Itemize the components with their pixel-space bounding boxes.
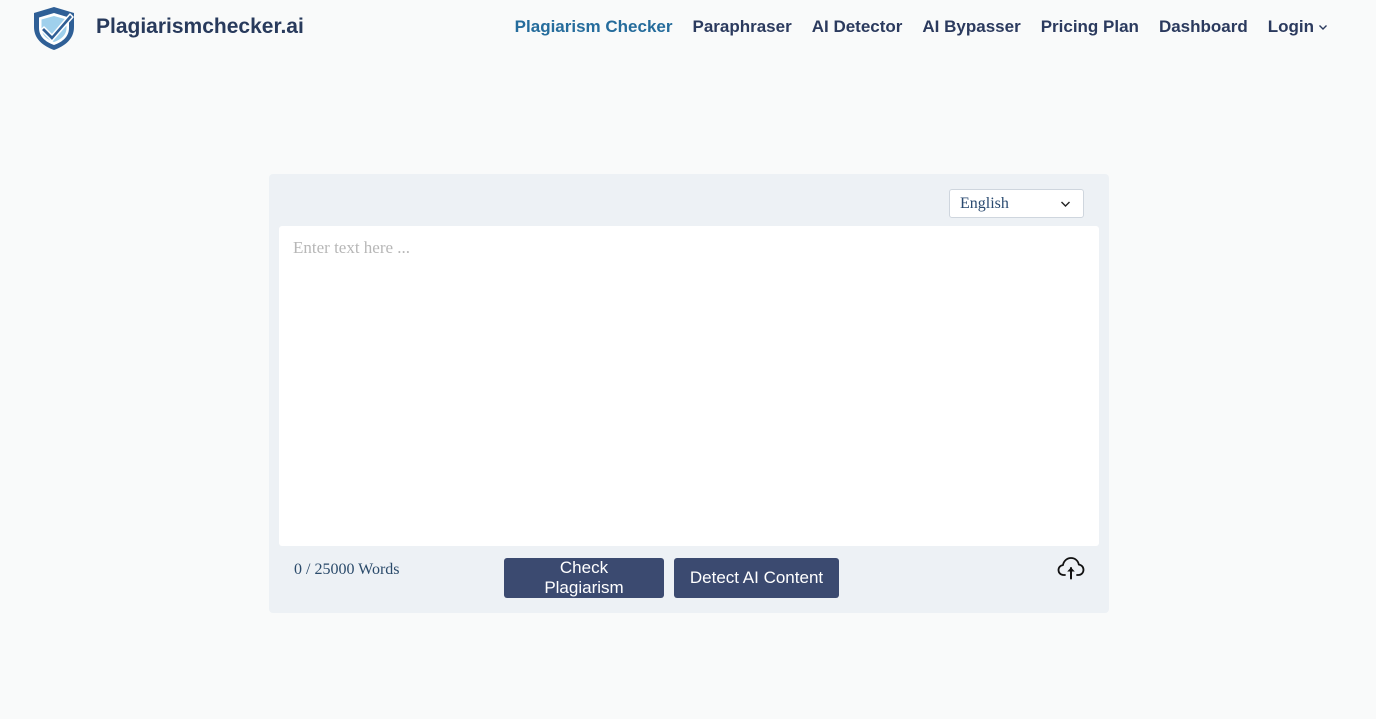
nav-ai-detector[interactable]: AI Detector — [812, 17, 903, 37]
nav-label: Dashboard — [1158, 17, 1248, 36]
detect-ai-content-button[interactable]: Detect AI Content — [674, 558, 839, 598]
checker-panel: English 0 / 25000 Words Check Plagiarism… — [269, 174, 1109, 613]
word-count: 0 / 25000 Words — [294, 561, 400, 578]
chevron-down-icon — [1319, 25, 1327, 30]
nav-dashboard[interactable]: Dashboard — [1159, 17, 1248, 37]
nav-label: Pricing Plan — [1040, 17, 1139, 36]
nav-pricing-plan[interactable]: Pricing Plan — [1041, 17, 1139, 37]
nav-plagiarism-checker[interactable]: Plagiarism Checker — [515, 17, 673, 37]
text-input[interactable] — [279, 226, 1099, 546]
cloud-upload-icon[interactable] — [1057, 555, 1085, 581]
nav-label: AI Detector — [811, 17, 903, 36]
site-header: Plagiarismchecker.ai Plagiarism Checker … — [0, 0, 1376, 56]
nav-label: Paraphraser — [692, 17, 792, 36]
nav-paraphraser[interactable]: Paraphraser — [692, 17, 791, 37]
language-select[interactable]: English — [949, 189, 1084, 218]
nav-label: AI Bypasser — [922, 17, 1021, 36]
chevron-down-icon — [1061, 201, 1070, 207]
shield-check-icon[interactable] — [30, 5, 78, 51]
language-value: English — [960, 194, 1009, 212]
nav-label: Plagiarism Checker — [514, 17, 673, 36]
main-nav: Plagiarism Checker Paraphraser AI Detect… — [515, 17, 1328, 37]
check-plagiarism-button[interactable]: Check Plagiarism — [504, 558, 664, 598]
nav-label: Login — [1267, 17, 1314, 36]
nav-ai-bypasser[interactable]: AI Bypasser — [922, 17, 1020, 37]
brand-name[interactable]: Plagiarismchecker.ai — [96, 15, 304, 39]
nav-login[interactable]: Login — [1268, 17, 1328, 37]
